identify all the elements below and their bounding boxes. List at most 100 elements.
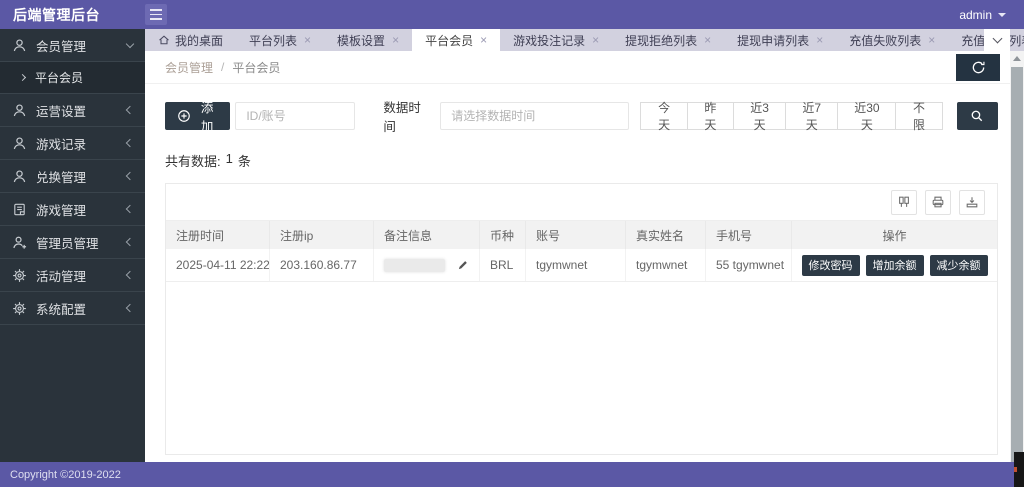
add-balance-button[interactable]: 增加余额 <box>866 255 924 276</box>
close-icon[interactable]: × <box>704 34 711 46</box>
close-icon[interactable]: × <box>392 34 399 46</box>
date-range-input[interactable] <box>440 102 629 130</box>
quick-today-button[interactable]: 今天 <box>640 102 687 130</box>
close-icon[interactable]: × <box>592 34 599 46</box>
tab-my-desktop[interactable]: 我的桌面 <box>145 29 236 51</box>
subtract-balance-button[interactable]: 减少余额 <box>930 255 988 276</box>
hamburger-menu-icon[interactable] <box>145 4 167 25</box>
sidebar-item-label: 系统配置 <box>36 299 127 318</box>
filter-row: 添加 数据时间 今天 昨天 近3天 近7天 近30天 不限 <box>165 97 998 135</box>
gear-icon <box>12 301 27 316</box>
tab-withdraw-request-list[interactable]: 提现申请列表 × <box>724 29 836 51</box>
chevron-left-icon <box>126 238 134 246</box>
sidebar-item-admin-management[interactable]: 管理员管理 <box>0 226 145 259</box>
browser-scrollbar-corner[interactable] <box>1014 452 1024 487</box>
col-header-reg-ip[interactable]: 注册ip <box>270 221 374 249</box>
sidebar-item-exchange-management[interactable]: 兑换管理 <box>0 160 145 193</box>
breadcrumb-current: 平台会员 <box>232 59 280 76</box>
sidebar-item-label: 运营设置 <box>36 101 127 120</box>
add-button-label: 添加 <box>196 97 218 135</box>
edit-pencil-icon[interactable] <box>457 259 469 271</box>
refresh-button[interactable] <box>956 54 1000 81</box>
table-row: 2025-04-11 22:22:26 203.160.86.77 BRL tg… <box>166 249 997 282</box>
top-header: 后端管理后台 admin <box>0 0 1024 29</box>
export-icon <box>965 195 979 209</box>
sidebar: 会员管理 平台会员 运营设置 游戏记录 兑换管理 游戏管理 <box>0 29 145 462</box>
scroll-up-icon[interactable] <box>1013 56 1021 61</box>
caret-down-icon <box>998 13 1006 17</box>
print-button[interactable] <box>925 190 951 215</box>
id-account-input[interactable] <box>235 102 355 130</box>
scrollbar-thumb[interactable] <box>1011 67 1023 462</box>
chevron-down-icon <box>126 40 134 48</box>
quick-unlimited-button[interactable]: 不限 <box>895 102 942 130</box>
chevron-left-icon <box>126 304 134 312</box>
footer-bar: Copyright ©2019-2022 <box>0 462 1024 487</box>
col-header-remark[interactable]: 备注信息 <box>374 221 480 249</box>
tab-platform-list[interactable]: 平台列表 × <box>236 29 324 51</box>
tab-recharge-failed-list[interactable]: 充值失败列表 × <box>836 29 948 51</box>
sidebar-item-label: 游戏记录 <box>36 134 127 153</box>
sidebar-item-game-records[interactable]: 游戏记录 <box>0 127 145 160</box>
tab-template-settings[interactable]: 模板设置 × <box>324 29 412 51</box>
breadcrumb-section[interactable]: 会员管理 <box>165 59 213 76</box>
table-toolbar <box>166 184 997 220</box>
scroll-marker <box>1014 467 1017 472</box>
sidebar-item-operations-settings[interactable]: 运营设置 <box>0 94 145 127</box>
tab-game-bet-records[interactable]: 游戏投注记录 × <box>500 29 612 51</box>
user-icon <box>12 103 27 118</box>
tab-withdraw-rejected-list[interactable]: 提现拒绝列表 × <box>612 29 724 51</box>
chevron-left-icon <box>126 106 134 114</box>
sidebar-subitem-label: 平台会员 <box>35 69 83 86</box>
tab-label: 平台会员 <box>425 32 473 49</box>
columns-filter-button[interactable] <box>891 190 917 215</box>
export-button[interactable] <box>959 190 985 215</box>
quick-3days-button[interactable]: 近3天 <box>733 102 786 130</box>
quick-7days-button[interactable]: 近7天 <box>785 102 838 130</box>
quick-yesterday-button[interactable]: 昨天 <box>687 102 734 130</box>
close-icon[interactable]: × <box>928 34 935 46</box>
book-icon <box>12 202 27 217</box>
sidebar-item-label: 兑换管理 <box>36 167 127 186</box>
tab-label: 充值失败列表 <box>849 32 921 49</box>
user-icon <box>12 169 27 184</box>
tab-label: 提现申请列表 <box>737 32 809 49</box>
vertical-scrollbar[interactable] <box>1010 51 1024 462</box>
content-area: 添加 数据时间 今天 昨天 近3天 近7天 近30天 不限 共有数据: 1 条 <box>145 85 1024 462</box>
tab-overflow-button[interactable] <box>984 29 1010 51</box>
home-icon <box>158 34 170 46</box>
cell-reg-time: 2025-04-11 22:22:26 <box>166 249 270 281</box>
cell-currency: BRL <box>480 249 526 281</box>
sidebar-item-platform-members[interactable]: 平台会员 <box>0 62 145 94</box>
username: admin <box>959 8 992 22</box>
close-icon[interactable]: × <box>304 34 311 46</box>
app-title: 后端管理后台 <box>0 5 145 25</box>
close-icon[interactable]: × <box>480 34 487 46</box>
date-label: 数据时间 <box>383 97 430 135</box>
chevron-left-icon <box>126 139 134 147</box>
col-header-phone[interactable]: 手机号 <box>706 221 792 249</box>
search-button[interactable] <box>957 102 998 130</box>
close-icon[interactable]: × <box>816 34 823 46</box>
add-button[interactable]: 添加 <box>165 102 230 130</box>
sidebar-item-system-config[interactable]: 系统配置 <box>0 292 145 325</box>
quick-30days-button[interactable]: 近30天 <box>837 102 896 130</box>
chevron-left-icon <box>126 205 134 213</box>
col-header-currency[interactable]: 币种 <box>480 221 526 249</box>
user-dropdown[interactable]: admin <box>959 8 1024 22</box>
tab-platform-members[interactable]: 平台会员 × <box>412 29 500 51</box>
col-header-actions: 操作 <box>792 221 997 249</box>
col-header-reg-time[interactable]: 注册时间 <box>166 221 270 249</box>
sidebar-item-activity-management[interactable]: 活动管理 <box>0 259 145 292</box>
cell-real-name: tgymwnet <box>626 249 706 281</box>
tab-label: 模板设置 <box>337 32 385 49</box>
sidebar-item-member-management[interactable]: 会员管理 <box>0 29 145 62</box>
change-password-button[interactable]: 修改密码 <box>802 255 860 276</box>
chevron-down-icon <box>992 34 1002 44</box>
columns-icon <box>897 195 911 209</box>
col-header-real-name[interactable]: 真实姓名 <box>626 221 706 249</box>
cell-account: tgymwnet <box>526 249 626 281</box>
chevron-left-icon <box>126 271 134 279</box>
sidebar-item-game-management[interactable]: 游戏管理 <box>0 193 145 226</box>
col-header-account[interactable]: 账号 <box>526 221 626 249</box>
